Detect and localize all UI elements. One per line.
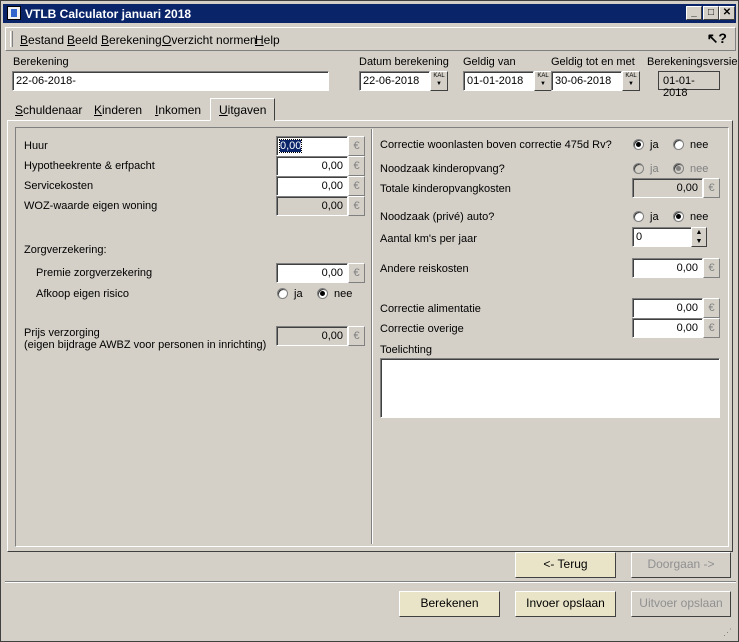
invoer-opslaan-button[interactable]: Invoer opslaan	[515, 591, 616, 617]
woz-label: WOZ-waarde eigen woning	[24, 200, 158, 212]
kinderopvang-ja-radio	[633, 163, 644, 174]
geldig-van-label: Geldig van	[463, 56, 516, 68]
datum-berekening-label: Datum berekening	[359, 56, 449, 68]
title-bar: VTLB Calculator januari 2018 _ □ ✕	[3, 4, 736, 23]
totale-kinderopvang-input: 0,00	[632, 178, 703, 198]
overige-input[interactable]: 0,00	[632, 318, 703, 338]
km-input[interactable]: 0	[632, 227, 692, 247]
berekeningsversie-label: Berekeningsversie	[647, 56, 738, 68]
kinderopvang-ja-label: ja	[650, 163, 659, 175]
menu-beeld[interactable]: Beeld	[67, 33, 98, 47]
hypotheek-euro-icon: €	[348, 156, 365, 176]
context-help-icon[interactable]: ↖?	[707, 30, 727, 47]
kinderopvang-nee-radio	[673, 163, 684, 174]
afkoop-label: Afkoop eigen risico	[36, 288, 129, 300]
app-window: VTLB Calculator januari 2018 _ □ ✕ Besta…	[0, 0, 739, 642]
huur-label: Huur	[24, 140, 48, 152]
reiskosten-input[interactable]: 0,00	[632, 258, 703, 278]
alimentatie-input[interactable]: 0,00	[632, 298, 703, 318]
servicekosten-input[interactable]: 0,00	[276, 176, 348, 196]
geldig-tot-input[interactable]: 30-06-2018	[551, 71, 622, 91]
doorgaan-button: Doorgaan ->	[631, 552, 731, 578]
totale-kinderopvang-euro-icon: €	[703, 178, 720, 198]
correctie-woonlasten-nee-radio[interactable]	[673, 139, 684, 150]
geldig-van-calendar-button[interactable]: KAL ▼	[534, 71, 552, 91]
resize-grip-icon[interactable]: ⋰	[723, 627, 732, 638]
prijs-verzorging-euro-icon: €	[348, 326, 365, 346]
correctie-woonlasten-ja-radio[interactable]	[633, 139, 644, 150]
footer-divider	[5, 581, 736, 583]
auto-nee-label: nee	[690, 211, 709, 223]
berekening-input[interactable]: 22-06-2018-	[12, 71, 329, 91]
premie-label: Premie zorgverzekering	[36, 267, 153, 279]
woz-input: 0,00	[276, 196, 348, 216]
hypotheek-input[interactable]: 0,00	[276, 156, 348, 176]
terug-button[interactable]: <- Terug	[515, 552, 616, 578]
uitvoer-opslaan-button: Uitvoer opslaan	[631, 591, 731, 617]
premie-input[interactable]: 0,00	[276, 263, 348, 283]
auto-ja-radio[interactable]	[633, 211, 644, 222]
correctie-woonlasten-nee-label: nee	[690, 139, 709, 151]
toelichting-label: Toelichting	[380, 344, 432, 356]
toelichting-textarea[interactable]	[380, 358, 720, 418]
close-button[interactable]: ✕	[719, 6, 735, 20]
geldig-tot-calendar-button[interactable]: KAL ▼	[622, 71, 640, 91]
afkoop-ja-radio[interactable]	[277, 288, 288, 299]
auto-nee-radio[interactable]	[673, 211, 684, 222]
auto-ja-label: ja	[650, 211, 659, 223]
geldig-van-input[interactable]: 01-01-2018	[463, 71, 534, 91]
alimentatie-label: Correctie alimentatie	[380, 303, 481, 315]
tab-kinderen[interactable]: Kinderen	[86, 100, 150, 120]
berekening-label: Berekening	[13, 56, 69, 68]
prijs-verzorging-sublabel: (eigen bijdrage AWBZ voor personen in in…	[24, 339, 267, 351]
kinderopvang-nee-label: nee	[690, 163, 709, 175]
app-icon	[7, 6, 21, 20]
geldig-tot-label: Geldig tot en met	[551, 56, 635, 68]
prijs-verzorging-label: Prijs verzorging	[24, 327, 100, 339]
alimentatie-euro-icon: €	[703, 298, 720, 318]
reiskosten-euro-icon: €	[703, 258, 720, 278]
servicekosten-label: Servicekosten	[24, 180, 94, 192]
kinderopvang-label: Noodzaak kinderopvang?	[380, 163, 505, 175]
menu-help[interactable]: Help	[255, 33, 280, 47]
menu-grip	[10, 31, 13, 47]
auto-label: Noodzaak (privé) auto?	[380, 211, 495, 223]
menu-berekening[interactable]: Berekening	[101, 33, 162, 47]
tab-uitgaven[interactable]: Uitgaven	[210, 98, 276, 121]
datum-calendar-button[interactable]: KAL ▼	[430, 71, 448, 91]
minimize-button[interactable]: _	[686, 6, 702, 20]
totale-kinderopvang-label: Totale kinderopvangkosten	[380, 183, 511, 195]
hypotheek-label: Hypotheekrente & erfpacht	[24, 160, 155, 172]
menu-overzicht-normen[interactable]: Overzicht normen	[162, 33, 257, 47]
reiskosten-label: Andere reiskosten	[380, 263, 469, 275]
overige-euro-icon: €	[703, 318, 720, 338]
datum-berekening-input[interactable]: 22-06-2018	[359, 71, 430, 91]
woz-euro-icon: €	[348, 196, 365, 216]
tab-schuldenaar[interactable]: Schuldenaar	[7, 100, 90, 120]
huur-euro-icon: €	[348, 136, 365, 156]
afkoop-ja-label: ja	[294, 288, 303, 300]
overige-label: Correctie overige	[380, 323, 464, 335]
prijs-verzorging-input: 0,00	[276, 326, 348, 346]
berekenen-button[interactable]: Berekenen	[399, 591, 500, 617]
berekeningsversie-value: 01-01-2018	[658, 71, 720, 99]
zorgverzekering-heading: Zorgverzekering:	[24, 244, 107, 256]
correctie-woonlasten-label: Correctie woonlasten boven correctie 475…	[380, 139, 612, 151]
maximize-button[interactable]: □	[703, 6, 719, 20]
menu-bar: Bestand Beeld Berekening Overzicht norme…	[5, 27, 736, 51]
window-title: VTLB Calculator januari 2018	[25, 7, 192, 21]
afkoop-nee-label: nee	[334, 288, 353, 300]
huur-input[interactable]: 0,00	[276, 136, 348, 156]
afkoop-nee-radio[interactable]	[317, 288, 328, 299]
servicekosten-euro-icon: €	[348, 176, 365, 196]
menu-bestand[interactable]: Bestand	[20, 33, 64, 47]
km-spinner[interactable]: ▲ ▼	[691, 227, 707, 247]
correctie-woonlasten-ja-label: ja	[650, 139, 659, 151]
tab-inkomen[interactable]: Inkomen	[147, 100, 209, 120]
premie-euro-icon: €	[348, 263, 365, 283]
column-divider	[371, 129, 373, 544]
km-label: Aantal km's per jaar	[380, 233, 477, 245]
